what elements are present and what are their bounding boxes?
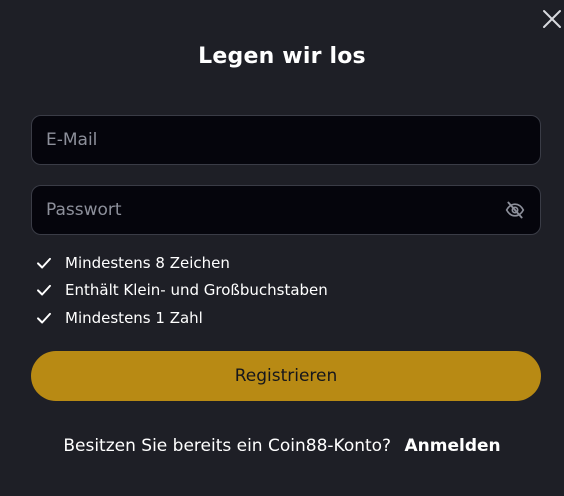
check-icon: [37, 285, 51, 296]
register-button[interactable]: Registrieren: [31, 351, 541, 401]
requirement-item: Mindestens 8 Zeichen: [35, 249, 328, 277]
email-input[interactable]: [46, 116, 526, 164]
password-field[interactable]: [31, 185, 541, 235]
password-requirements: Mindestens 8 Zeichen Enthält Klein- und …: [35, 249, 328, 332]
check-icon: [37, 257, 51, 269]
requirement-item: Mindestens 1 Zahl: [35, 304, 328, 332]
check-icon: [37, 312, 51, 324]
requirement-label: Mindestens 1 Zahl: [65, 308, 203, 327]
login-prompt-text: Besitzen Sie bereits ein Coin88-Konto?: [63, 436, 392, 456]
email-field[interactable]: [31, 115, 541, 165]
eye-slash-icon[interactable]: [504, 199, 526, 221]
requirement-label: Mindestens 8 Zeichen: [65, 253, 230, 272]
login-link[interactable]: Anmelden: [405, 436, 501, 456]
login-prompt: Besitzen Sie bereits ein Coin88-Konto? A…: [0, 436, 564, 456]
close-icon[interactable]: [540, 7, 564, 31]
requirement-item: Enthält Klein- und Großbuchstaben: [35, 277, 328, 305]
requirement-label: Enthält Klein- und Großbuchstaben: [65, 281, 328, 300]
password-input[interactable]: [46, 186, 504, 234]
signup-modal: Legen wir los Mindestens 8 Zeichen Enthä…: [0, 0, 564, 496]
modal-title: Legen wir los: [198, 44, 366, 69]
